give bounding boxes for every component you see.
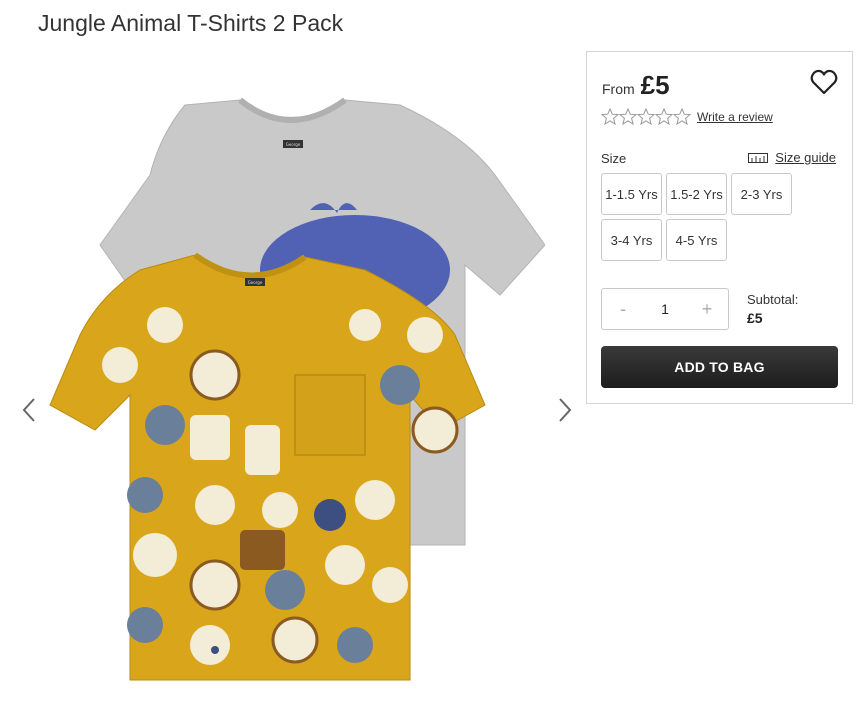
star-icon <box>673 108 691 125</box>
shirt-pocket <box>294 374 366 456</box>
star-icon <box>601 108 619 125</box>
size-guide-link[interactable]: Size guide <box>748 150 836 165</box>
subtotal: Subtotal: £5 <box>747 292 798 326</box>
purchase-panel: From £5 Write a review Size Size guide 1… <box>586 51 853 404</box>
star-icon <box>637 108 655 125</box>
star-icon <box>655 108 673 125</box>
neck-label-text: George <box>286 142 301 147</box>
heart-icon <box>810 69 838 95</box>
product-title: Jungle Animal T-Shirts 2 Pack <box>38 10 344 36</box>
ruler-icon <box>748 152 769 163</box>
size-option[interactable]: 1-1.5 Yrs <box>601 173 662 215</box>
quantity-increase-button[interactable]: + <box>686 289 728 329</box>
write-review-link[interactable]: Write a review <box>697 110 773 124</box>
product-image: George George <box>49 97 545 681</box>
add-to-bag-button[interactable]: ADD TO BAG <box>601 346 838 388</box>
wishlist-heart-button[interactable] <box>810 69 838 95</box>
size-option[interactable]: 2-3 Yrs <box>731 173 792 215</box>
size-option[interactable]: 4-5 Yrs <box>666 219 727 261</box>
size-guide-label: Size guide <box>775 150 836 165</box>
size-option[interactable]: 1.5-2 Yrs <box>666 173 727 215</box>
star-icon <box>619 108 637 125</box>
gallery-prev-arrow[interactable] <box>19 395 39 425</box>
subtotal-value: £5 <box>747 310 763 326</box>
quantity-value[interactable]: 1 <box>644 289 686 329</box>
size-option[interactable]: 3-4 Yrs <box>601 219 662 261</box>
price-from-label: From <box>602 81 635 97</box>
quantity-stepper: - 1 + <box>601 288 729 330</box>
price-row: From £5 <box>602 70 670 101</box>
star-rating <box>601 108 691 125</box>
subtotal-label: Subtotal: <box>747 292 799 307</box>
neck-label-front-text: George <box>248 280 263 285</box>
rating-row: Write a review <box>601 108 773 125</box>
quantity-decrease-button[interactable]: - <box>602 289 644 329</box>
price-value: £5 <box>640 70 670 100</box>
chevron-right-icon <box>559 398 572 422</box>
gallery-next-arrow[interactable] <box>555 395 575 425</box>
chevron-left-icon <box>22 398 35 422</box>
size-label: Size <box>601 151 627 166</box>
